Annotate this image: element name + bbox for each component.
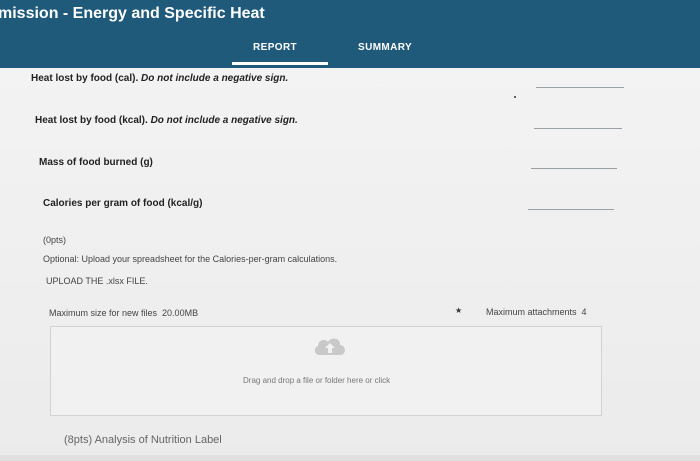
app-header: mission - Energy and Specific Heat REPOR… (0, 0, 700, 68)
question-label: Calories per gram of food (kcal/g) (43, 198, 203, 209)
upload-file-instruction: UPLOAD THE .xlsx FILE. (46, 276, 148, 286)
max-attachments-label: Maximum attachments (486, 307, 577, 317)
question-label: Heat lost by food (cal). (31, 73, 139, 84)
cursor-dot (514, 96, 516, 98)
question-label: Heat lost by food (kcal). (35, 115, 148, 126)
upload-instructions: Optional: Upload your spreadsheet for th… (43, 254, 338, 264)
upload-points: (0pts) (43, 235, 67, 245)
question-mass-food: Mass of food burned (g) (39, 157, 153, 168)
question-note: Do not include a negative sign. (138, 73, 289, 84)
answer-field-mass-food[interactable] (531, 168, 617, 169)
active-tab-indicator (232, 62, 328, 65)
max-size-info: Maximum size for new files 20.00MB (49, 308, 198, 318)
question-calories-per-gram: Calories per gram of food (kcal/g) (43, 198, 202, 209)
upload-cloud-icon[interactable] (312, 335, 348, 357)
max-attachments-value: 4 (581, 307, 587, 317)
max-attachments-info: Maximum attachments 4 (486, 307, 587, 317)
question-heat-lost-kcal: Heat lost by food (kcal). Do not include… (35, 115, 298, 126)
answer-field-heat-lost-cal[interactable] (536, 87, 624, 88)
page-title: mission - Energy and Specific Heat (0, 5, 265, 22)
next-section-heading: (8pts) Analysis of Nutrition Label (64, 434, 222, 446)
question-label: Mass of food burned (g) (39, 157, 153, 168)
dropzone-text: Drag and drop a file or folder here or c… (243, 376, 391, 385)
max-size-label: Maximum size for new files (49, 308, 158, 318)
bottom-edge (0, 455, 700, 461)
max-size-value: 20.00MB (162, 308, 199, 318)
tab-summary[interactable]: SUMMARY (358, 42, 412, 53)
required-marker-icon: ★ (455, 306, 463, 315)
answer-field-heat-lost-kcal[interactable] (534, 128, 622, 129)
tab-report[interactable]: REPORT (253, 42, 297, 53)
question-heat-lost-cal: Heat lost by food (cal). Do not include … (31, 73, 288, 84)
answer-field-calories-per-gram[interactable] (528, 209, 614, 210)
question-note: Do not include a negative sign. (147, 115, 298, 126)
